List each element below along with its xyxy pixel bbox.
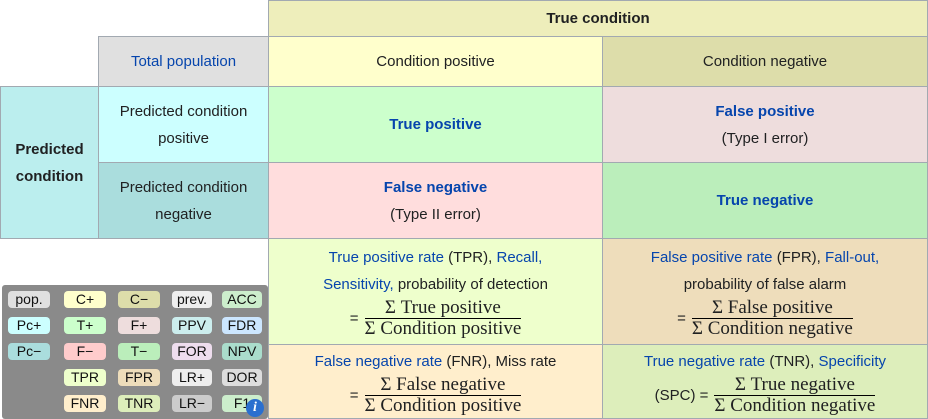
recall-link[interactable]: Recall, <box>496 249 542 266</box>
type-i-error-link[interactable]: (Type I error) <box>722 125 809 152</box>
info-icon[interactable]: i <box>246 399 264 417</box>
fnr-abbr: (FNR), Miss rate <box>446 352 557 370</box>
equals: = <box>677 310 686 327</box>
condition-negative-header: Condition negative <box>602 36 928 87</box>
fpr-cell: False positive rate (FPR), Fall-out, pro… <box>602 238 928 345</box>
false-negative-cell: False negative (Type II error) <box>268 162 603 239</box>
diagram-term-5[interactable]: Pc+ <box>8 317 50 334</box>
false-negative-link[interactable]: False negative <box>384 174 487 201</box>
denominator: Σ Condition negative <box>714 394 876 416</box>
diagram-term-8[interactable]: PPV <box>172 317 212 334</box>
sensitivity-link[interactable]: Sensitivity, <box>323 276 394 293</box>
predicted-negative-header: Predicted condition negative <box>98 162 269 239</box>
false-positive-cell: False positive (Type I error) <box>602 86 928 163</box>
diagram-term-0[interactable]: pop. <box>8 291 50 308</box>
numerator: Σ True negative <box>714 374 876 396</box>
diagram-term-2[interactable]: C− <box>118 291 160 308</box>
predicted-positive-header: Predicted condition positive <box>98 86 269 163</box>
diagram-term-3[interactable]: prev. <box>172 291 212 308</box>
total-population-link[interactable]: Total population <box>98 36 269 87</box>
tnr-cell: True negative rate (TNR), Specificity (S… <box>602 344 928 419</box>
fnr-formula: Σ False negative Σ Condition positive <box>364 374 522 416</box>
total-population-label[interactable]: Total population <box>131 48 236 75</box>
type-ii-error-link[interactable]: (Type II error) <box>390 201 481 228</box>
spc-label: (SPC) = <box>654 386 709 404</box>
diagram-term-19[interactable]: FNR <box>64 395 106 412</box>
fpr-abbr: (FPR), <box>776 249 821 266</box>
tnr-formula: Σ True negative Σ Condition negative <box>714 374 876 416</box>
diagram-term-7[interactable]: F+ <box>118 317 160 334</box>
diagram-term-4[interactable]: ACC <box>222 291 262 308</box>
fnr-link[interactable]: False negative rate <box>315 353 443 370</box>
denominator: Σ Condition positive <box>364 318 522 339</box>
tnr-abbr: (TNR), <box>769 352 815 370</box>
predicted-condition-header: Predicted condition <box>0 86 99 239</box>
diagram-term-21[interactable]: LR− <box>172 395 212 412</box>
fpr-formula: Σ False positive Σ Condition negative <box>691 298 853 339</box>
diagram-term-11[interactable]: F− <box>64 343 106 360</box>
false-positive-link[interactable]: False positive <box>715 98 814 125</box>
numerator: Σ False positive <box>691 298 853 319</box>
tpr-desc: probability of detection <box>397 276 548 293</box>
tpr-abbr: (TPR), <box>448 249 493 266</box>
tpr-link[interactable]: True positive rate <box>329 249 444 266</box>
diagram-term-14[interactable]: NPV <box>222 343 262 360</box>
diagram-term-10[interactable]: Pc− <box>8 343 50 360</box>
diagram-term-9[interactable]: FDR <box>222 317 262 334</box>
true-positive-link[interactable]: True positive <box>389 111 482 138</box>
diagram-term-20[interactable]: TNR <box>118 395 160 412</box>
denominator: Σ Condition positive <box>364 394 522 416</box>
diagram-term-15[interactable]: TPR <box>64 369 106 386</box>
tpr-formula: Σ True positive Σ Condition positive <box>364 298 522 339</box>
specificity-link[interactable]: Specificity <box>819 353 887 370</box>
numerator: Σ False negative <box>364 374 522 396</box>
equals: = <box>349 310 359 327</box>
diagram-term-12[interactable]: T− <box>118 343 160 360</box>
equals: = <box>349 386 359 404</box>
condition-positive-header: Condition positive <box>268 36 603 87</box>
denominator: Σ Condition negative <box>691 318 853 339</box>
fallout-link[interactable]: Fall-out, <box>825 249 879 266</box>
true-condition-header: True condition <box>268 0 928 37</box>
diagram-term-6[interactable]: T+ <box>64 317 106 334</box>
diagram-term-13[interactable]: FOR <box>172 343 212 360</box>
diagram-term-18[interactable]: DOR <box>222 369 262 386</box>
diagram-term-1[interactable]: C+ <box>64 291 106 308</box>
diagram-term-17[interactable]: LR+ <box>172 369 212 386</box>
diagram-term-16[interactable]: FPR <box>118 369 160 386</box>
true-negative-cell: True negative <box>602 162 928 239</box>
numerator: Σ True positive <box>364 298 522 319</box>
tnr-link[interactable]: True negative rate <box>644 353 765 370</box>
true-positive-cell: True positive <box>268 86 603 163</box>
tpr-cell: True positive rate (TPR), Recall, Sensit… <box>268 238 603 345</box>
true-negative-link[interactable]: True negative <box>717 187 814 214</box>
confusion-matrix-diagram[interactable]: F1 LR− TNR FNR DOR LR+ FPR TPR NPV FOR T− F− Pc− FDR P… <box>2 285 268 419</box>
fpr-link[interactable]: False positive rate <box>651 249 773 266</box>
fnr-cell: False negative rate (FNR), Miss rate = Σ … <box>268 344 603 419</box>
fpr-desc: probability of false alarm <box>683 276 847 293</box>
